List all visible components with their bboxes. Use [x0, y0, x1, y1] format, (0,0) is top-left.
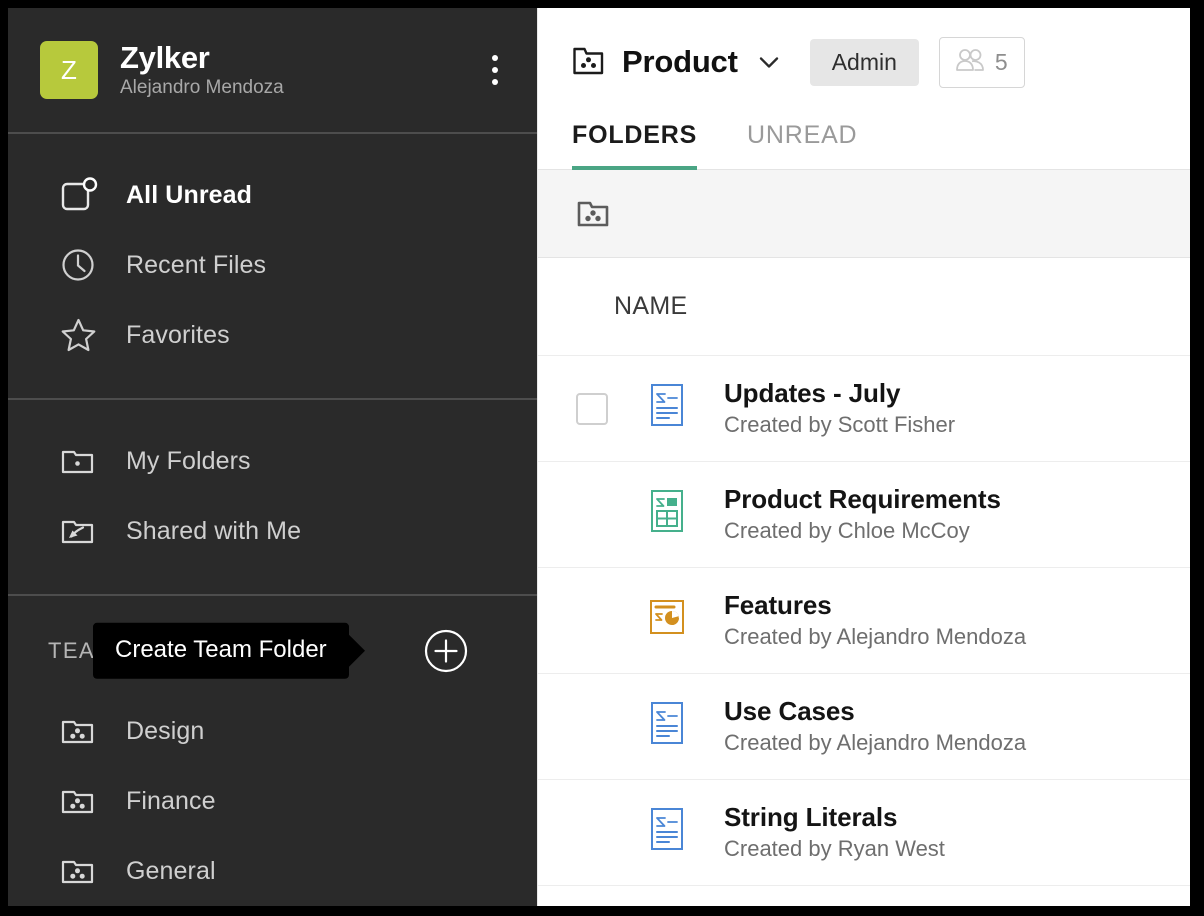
sidebar-item-favorites[interactable]: Favorites	[8, 300, 537, 370]
sidebar-item-label: Recent Files	[126, 251, 266, 280]
row-text: String Literals Created by Ryan West	[724, 803, 945, 862]
workspace-name: Zylker	[120, 41, 475, 74]
tab-unread[interactable]: UNREAD	[747, 121, 857, 170]
sidebar-item-label: My Folders	[126, 447, 251, 476]
file-meta: Created by Alejandro Mendoza	[724, 731, 1026, 756]
sidebar-item-label: General	[126, 857, 216, 886]
table-row[interactable]: Features Created by Alejandro Mendoza	[538, 568, 1190, 674]
writer-doc-icon	[642, 805, 692, 861]
role-badge[interactable]: Admin	[810, 39, 919, 86]
team-folder-icon	[58, 780, 100, 822]
file-name: String Literals	[724, 803, 945, 832]
presentation-doc-icon	[642, 593, 692, 649]
sidebar-item-my-folders[interactable]: My Folders	[8, 426, 537, 496]
sidebar-item-label: Design	[126, 717, 204, 746]
sheet-doc-icon	[642, 487, 692, 543]
table-row[interactable]: Updates - July Created by Scott Fisher	[538, 356, 1190, 462]
folder-nav-section: My Folders Shared with Me	[8, 400, 537, 596]
members-badge[interactable]: 5	[939, 37, 1025, 88]
sidebar-item-design[interactable]: Design	[8, 696, 537, 766]
create-team-folder-tooltip: Create Team Folder	[93, 623, 349, 679]
page-title: Product	[622, 44, 738, 80]
avatar: Z	[40, 41, 98, 99]
sidebar-item-finance[interactable]: Finance	[8, 766, 537, 836]
file-name: Product Requirements	[724, 485, 1001, 514]
team-folder-list: Design Finance	[8, 682, 537, 906]
row-text: Use Cases Created by Alejandro Mendoza	[724, 697, 1026, 756]
add-team-folder-button[interactable]	[423, 628, 469, 674]
file-list: Updates - July Created by Scott Fisher	[538, 356, 1190, 906]
content-toolbar	[538, 170, 1190, 258]
workspace-header[interactable]: Z Zylker Alejandro Mendoza	[8, 8, 537, 132]
sidebar-item-recent-files[interactable]: Recent Files	[8, 230, 537, 300]
column-header-name: NAME	[614, 292, 687, 321]
file-name: Use Cases	[724, 697, 1026, 726]
tab-bar: FOLDERS UNREAD	[538, 98, 1190, 170]
sidebar-item-label: Finance	[126, 787, 216, 816]
team-folder-icon	[58, 850, 100, 892]
column-header-row: NAME	[538, 258, 1190, 356]
app-window: Z Zylker Alejandro Mendoza	[8, 8, 1190, 906]
workspace-user: Alejandro Mendoza	[120, 77, 475, 99]
sidebar-item-shared-with-me[interactable]: Shared with Me	[8, 496, 537, 566]
team-header: TEAM Create Team Folder	[8, 620, 537, 682]
file-name: Features	[724, 591, 1026, 620]
content-header: Product Admin 5	[538, 8, 1190, 98]
workspace-text: Zylker Alejandro Mendoza	[120, 41, 475, 99]
row-text: Updates - July Created by Scott Fisher	[724, 379, 955, 438]
writer-doc-icon	[642, 381, 692, 437]
file-meta: Created by Scott Fisher	[724, 413, 955, 438]
table-row[interactable]: Product Requirements Created by Chloe Mc…	[538, 462, 1190, 568]
file-meta: Created by Alejandro Mendoza	[724, 625, 1026, 650]
writer-doc-icon	[642, 699, 692, 755]
star-icon	[58, 314, 100, 356]
workspace-header-section: Z Zylker Alejandro Mendoza	[8, 8, 537, 134]
file-meta: Created by Ryan West	[724, 837, 945, 862]
sidebar-item-all-unread[interactable]: All Unread	[8, 160, 537, 230]
sidebar-item-label: All Unread	[126, 181, 252, 210]
tab-folders[interactable]: FOLDERS	[572, 121, 697, 170]
folder-nav-list: My Folders Shared with Me	[8, 400, 537, 594]
primary-nav-list: All Unread Recent Files	[8, 134, 537, 398]
primary-nav-section: All Unread Recent Files	[8, 134, 537, 400]
table-row[interactable]: String Literals Created by Ryan West	[538, 780, 1190, 886]
team-section: TEAM Create Team Folder	[8, 596, 537, 906]
sidebar-item-label: Shared with Me	[126, 517, 301, 546]
table-row[interactable]: Use Cases Created by Alejandro Mendoza	[538, 674, 1190, 780]
team-folder-icon	[58, 710, 100, 752]
sidebar: Z Zylker Alejandro Mendoza	[8, 8, 537, 906]
chevron-down-icon[interactable]	[756, 49, 782, 75]
file-meta: Created by Chloe McCoy	[724, 519, 1001, 544]
team-folder-icon	[572, 45, 606, 79]
content-panel: Product Admin 5 FOLD	[537, 8, 1190, 906]
members-icon	[954, 47, 986, 78]
sidebar-item-label: Favorites	[126, 321, 230, 350]
row-checkbox-cell	[572, 393, 612, 425]
sidebar-item-general[interactable]: General	[8, 836, 537, 906]
folder-dot-icon	[58, 440, 100, 482]
kebab-menu-icon[interactable]	[475, 46, 515, 94]
row-checkbox[interactable]	[576, 393, 608, 425]
unread-badge-icon	[58, 174, 100, 216]
row-text: Features Created by Alejandro Mendoza	[724, 591, 1026, 650]
folder-shared-icon	[58, 510, 100, 552]
file-name: Updates - July	[724, 379, 955, 408]
clock-icon	[58, 244, 100, 286]
row-text: Product Requirements Created by Chloe Mc…	[724, 485, 1001, 544]
new-team-folder-button[interactable]	[572, 191, 618, 237]
members-count: 5	[995, 51, 1008, 74]
